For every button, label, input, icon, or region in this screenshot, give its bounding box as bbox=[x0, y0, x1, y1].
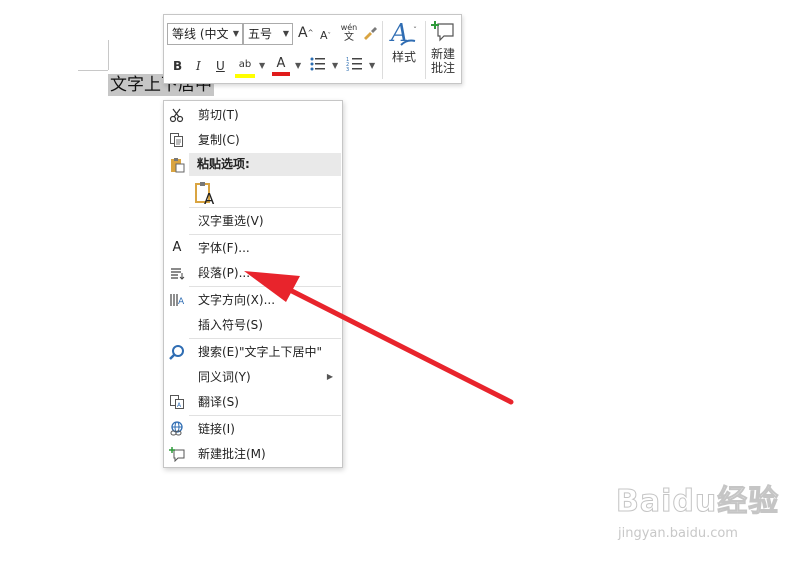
copy-icon bbox=[170, 133, 183, 147]
baidu-jingyan-watermark: Baidu经验 jingyan.baidu.com bbox=[615, 474, 806, 554]
new-comment-icon bbox=[431, 21, 454, 42]
font-icon: A bbox=[172, 240, 182, 255]
toolbar-divider bbox=[425, 21, 426, 79]
styles-icon: A ˇ bbox=[389, 19, 417, 47]
menu-separator bbox=[189, 338, 341, 339]
new-comment-icon bbox=[169, 447, 185, 462]
highlight-button[interactable]: ab bbox=[235, 55, 255, 78]
chevron-right-icon: ▶ bbox=[326, 372, 333, 381]
font-color-swatch bbox=[272, 72, 290, 76]
link-icon bbox=[170, 421, 183, 436]
menu-separator bbox=[189, 207, 341, 208]
paste-keep-text-only-button[interactable]: A bbox=[194, 181, 218, 208]
text-direction-icon: A bbox=[170, 294, 185, 307]
menu-item-copy[interactable]: 复制(C) bbox=[165, 128, 341, 152]
menu-item-paragraph[interactable]: 段落(P)... bbox=[165, 261, 341, 285]
format-painter-icon bbox=[364, 27, 377, 40]
mini-toolbar: 等线 (中文 ▼ 五号 ▼ A^ Aˇ wén 文 B I U ab ▼ A ▼ bbox=[163, 14, 462, 84]
phonetic-guide-button[interactable]: wén 文 bbox=[340, 23, 358, 43]
context-menu: 剪切(T) 复制(C) 粘贴选项: A 汉字重选(V) A 字体(F)... 段… bbox=[163, 100, 343, 468]
paste-text-only-icon: A bbox=[195, 182, 215, 208]
scissors-icon bbox=[169, 108, 184, 123]
menu-separator bbox=[189, 234, 341, 235]
styles-button[interactable]: A ˇ 样式 bbox=[386, 19, 422, 65]
bold-button[interactable]: B bbox=[173, 58, 182, 74]
italic-button[interactable]: I bbox=[196, 58, 201, 74]
chevron-down-icon[interactable]: ▼ bbox=[332, 61, 338, 70]
format-painter-button[interactable] bbox=[361, 24, 379, 42]
menu-item-link[interactable]: 链接(I) bbox=[165, 417, 341, 441]
page-margin-marker-horizontal bbox=[78, 70, 108, 71]
clipboard-icon bbox=[171, 158, 185, 173]
svg-text:A: A bbox=[204, 190, 215, 205]
chevron-down-icon[interactable]: ▼ bbox=[259, 61, 265, 70]
highlight-color-swatch bbox=[235, 74, 255, 78]
grow-font-button[interactable]: A^ bbox=[298, 25, 313, 41]
new-comment-button[interactable]: 新建 批注 bbox=[427, 19, 459, 75]
menu-item-insert-symbol[interactable]: 插入符号(S) bbox=[165, 313, 341, 337]
font-size-value: 五号 bbox=[248, 27, 273, 41]
shrink-font-button[interactable]: Aˇ bbox=[320, 28, 331, 44]
chevron-down-icon: ▼ bbox=[232, 29, 239, 38]
menu-item-search[interactable]: 搜索(E)"文字上下居中" bbox=[165, 340, 341, 364]
menu-item-text-direction[interactable]: A 文字方向(X)... bbox=[165, 288, 341, 312]
translate-icon: A bbox=[170, 395, 184, 409]
font-name-combo[interactable]: 等线 (中文 ▼ bbox=[167, 23, 243, 45]
search-icon bbox=[169, 345, 184, 360]
bullets-button[interactable] bbox=[309, 55, 327, 73]
font-size-combo[interactable]: 五号 ▼ bbox=[243, 23, 293, 45]
bullet-list-icon bbox=[310, 57, 325, 71]
svg-text:ˇ: ˇ bbox=[413, 25, 417, 35]
numbered-list-icon: 1 2 3 bbox=[346, 57, 362, 73]
svg-text:3: 3 bbox=[346, 67, 349, 73]
toolbar-divider bbox=[382, 21, 383, 79]
menu-item-synonyms[interactable]: 同义词(Y) ▶ bbox=[165, 365, 341, 389]
watermark-logo: Baidu经验 bbox=[615, 484, 780, 520]
menu-item-reconvert[interactable]: 汉字重选(V) bbox=[165, 209, 341, 233]
chevron-down-icon[interactable]: ▼ bbox=[295, 61, 301, 70]
watermark-url: jingyan.baidu.com bbox=[618, 526, 738, 541]
menu-item-new-comment[interactable]: 新建批注(M) bbox=[165, 442, 341, 466]
chevron-down-icon[interactable]: ▼ bbox=[369, 61, 375, 70]
font-color-button[interactable]: A bbox=[272, 55, 290, 76]
font-name-value: 等线 (中文 bbox=[172, 27, 229, 41]
paragraph-icon bbox=[171, 268, 185, 280]
paste-options-header: 粘贴选项: bbox=[189, 153, 341, 176]
chevron-down-icon: ▼ bbox=[282, 29, 289, 38]
menu-item-font[interactable]: A 字体(F)... bbox=[165, 236, 341, 260]
menu-item-cut[interactable]: 剪切(T) bbox=[165, 103, 341, 127]
page-margin-marker-vertical bbox=[108, 40, 109, 70]
menu-item-translate[interactable]: A 翻译(S) bbox=[165, 390, 341, 414]
menu-separator bbox=[189, 415, 341, 416]
menu-separator bbox=[189, 286, 341, 287]
numbering-button[interactable]: 1 2 3 bbox=[346, 55, 364, 73]
svg-text:A: A bbox=[178, 297, 185, 307]
underline-button[interactable]: U bbox=[216, 58, 225, 74]
